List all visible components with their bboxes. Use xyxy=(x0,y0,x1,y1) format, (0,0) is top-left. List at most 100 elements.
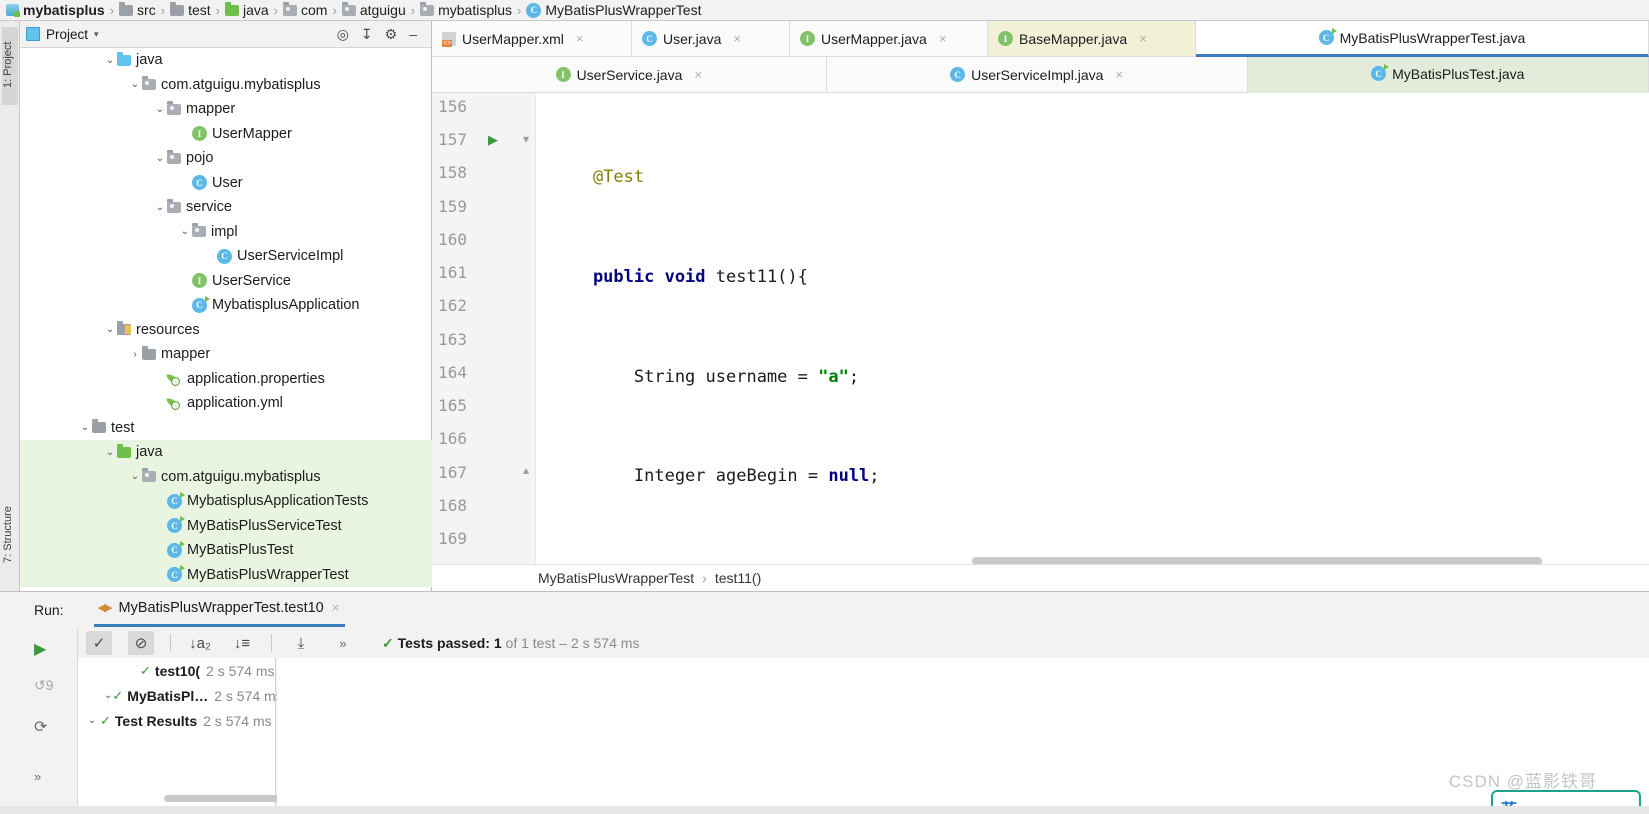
chevron-down-icon[interactable]: ⌄ xyxy=(153,153,167,164)
tree-item-application-properties[interactable]: ⌄application.properties xyxy=(20,367,432,392)
editor-tab-mybatisplustest-java[interactable]: C MyBatisPlusTest.java xyxy=(1247,57,1649,93)
editor-tab-usermapper-xml[interactable]: UserMapper.xml × xyxy=(432,21,632,57)
tree-item-mybatisplusapplication[interactable]: ⌄CMybatisplusApplication xyxy=(20,293,432,318)
close-icon[interactable]: × xyxy=(694,67,702,82)
chevron-down-icon[interactable]: ⌄ xyxy=(178,226,192,237)
tree-item-java[interactable]: ⌄ java xyxy=(20,440,432,465)
interface-icon: I xyxy=(998,31,1013,46)
chevron-down-icon[interactable]: ⌄ xyxy=(103,447,117,458)
toolbar-divider xyxy=(271,634,272,652)
editor-tab-userservice-java[interactable]: I UserService.java × xyxy=(432,57,827,93)
chevron-down-icon[interactable]: ⌄ xyxy=(153,202,167,213)
breadcrumb-java[interactable]: java xyxy=(223,0,271,20)
tree-item-impl[interactable]: ⌄ impl xyxy=(20,220,432,245)
hide-ignored-icon[interactable]: ⊘ xyxy=(128,631,154,655)
breadcrumb-mybatisplus[interactable]: mybatisplus xyxy=(418,0,514,20)
breadcrumb-class-name[interactable]: MyBatisPlusWrapperTest xyxy=(538,570,694,586)
test-tree-label: test10( xyxy=(154,662,201,679)
project-icon xyxy=(26,27,40,41)
tree-item-pojo[interactable]: ⌄ pojo xyxy=(20,146,432,171)
chevron-down-icon[interactable]: ⌄ xyxy=(103,55,117,66)
run-method-icon[interactable]: ▶ xyxy=(488,132,502,148)
interface-icon: I xyxy=(555,67,571,82)
close-icon[interactable]: × xyxy=(1139,31,1147,46)
tree-item-application-yml[interactable]: ⌄application.yml xyxy=(20,391,432,416)
sort-by-duration-icon[interactable]: ↓≡ xyxy=(229,631,255,655)
show-passed-icon[interactable]: ✓ xyxy=(86,631,112,655)
tree-item-mybatisplustest[interactable]: ⌄CMyBatisPlusTest xyxy=(20,538,432,563)
tree-item-userservice[interactable]: ⌄IUserService xyxy=(20,269,432,294)
sidebar-tab-project[interactable]: 1: Project xyxy=(2,27,18,105)
breadcrumb-atguigu[interactable]: atguigu xyxy=(340,0,408,20)
editor-code-area[interactable]: @Test public void test11(){ String usern… xyxy=(536,93,1649,591)
breadcrumb-module[interactable]: mybatisplus xyxy=(4,0,107,20)
breadcrumb-test[interactable]: test xyxy=(168,0,213,20)
tree-item-service[interactable]: ⌄ service xyxy=(20,195,432,220)
test-passed-icon: ✓ xyxy=(140,662,151,678)
tree-item-mybatisplusapplicationtests[interactable]: ⌄CMybatisplusApplicationTests xyxy=(20,489,432,514)
test-status-text: ✓ Tests passed: 1 of 1 test – 2 s 574 ms xyxy=(382,635,639,652)
tree-item-com-atguigu-mybatisplus[interactable]: ⌄ com.atguigu.mybatisplus xyxy=(20,464,432,489)
fold-region-icon[interactable]: ▾ xyxy=(520,132,532,146)
editor-gutter[interactable]: 156 157 158 159 160 161 162 163 164 165 … xyxy=(432,93,536,591)
close-icon[interactable]: × xyxy=(1115,67,1123,82)
chevron-down-icon[interactable]: ⌄ xyxy=(103,324,117,335)
chevron-down-icon[interactable]: ⌄ xyxy=(78,422,92,433)
project-tree[interactable]: ⌄ java ⌄ com.atguigu.mybatisplus ⌄ mapper ⌄ I Us… xyxy=(20,48,432,591)
tree-item-resources[interactable]: ⌄ resources xyxy=(20,318,432,343)
chevron-down-icon[interactable]: ⌄ xyxy=(104,690,112,701)
tree-item-label: com.atguigu.mybatisplus xyxy=(161,76,321,93)
chevron-down-icon[interactable]: ▾ xyxy=(94,29,99,40)
breadcrumb-class[interactable]: C MyBatisPlusWrapperTest xyxy=(524,0,703,20)
sort-alphabetically-icon[interactable]: ↓a₂ xyxy=(187,631,213,655)
editor-tab-user-java[interactable]: C User.java × xyxy=(632,21,790,57)
sidebar-tab-structure[interactable]: 7: Structure xyxy=(2,491,18,579)
tree-item-mapper[interactable]: ⌄ mapper xyxy=(20,97,432,122)
breadcrumb-method-name[interactable]: test11() xyxy=(715,570,761,586)
locate-icon[interactable]: ◎ xyxy=(337,27,349,41)
editor-tab-userserviceimpl-java[interactable]: C UserServiceImpl.java × xyxy=(826,57,1248,93)
editor-tab-basemapper-java[interactable]: I BaseMapper.java × xyxy=(988,21,1196,57)
run-configuration-tab[interactable]: ◀▶ MyBatisPlusWrapperTest.test10 × xyxy=(93,593,346,627)
tree-item-test[interactable]: ⌄ test xyxy=(20,416,432,441)
test-tree-row[interactable]: ✓ test10(2 s 574 ms xyxy=(78,658,275,683)
tree-item-mapper[interactable]: › mapper xyxy=(20,342,432,367)
close-icon[interactable]: × xyxy=(332,600,340,615)
collapse-all-icon[interactable]: ⤓ xyxy=(288,631,314,655)
package-icon xyxy=(283,1,298,16)
breadcrumb-com[interactable]: com xyxy=(281,0,329,20)
test-tree-row[interactable]: ⌄ ✓ Test Results 2 s 574 ms xyxy=(78,708,275,733)
chevron-down-icon[interactable]: ⌄ xyxy=(128,79,142,90)
chevron-right-icon[interactable]: › xyxy=(128,349,142,360)
tree-item-userserviceimpl[interactable]: ⌄CUserServiceImpl xyxy=(20,244,432,269)
editor-tab-mybatispluswrappertest-java[interactable]: C MyBatisPlusWrapperTest.java xyxy=(1196,21,1649,57)
package-icon xyxy=(167,100,181,115)
gear-icon[interactable]: ⚙ xyxy=(385,27,398,41)
fold-region-end-icon[interactable]: ▴ xyxy=(520,463,532,477)
close-icon[interactable]: × xyxy=(576,31,584,46)
tree-item-mybatisplusservicetest[interactable]: ⌄CMyBatisPlusServiceTest xyxy=(20,513,432,538)
code-editor[interactable]: 156 157 158 159 160 161 162 163 164 165 … xyxy=(432,93,1649,591)
expand-toolbar-icon[interactable]: » xyxy=(34,769,41,784)
breadcrumb-src[interactable]: src xyxy=(117,0,158,20)
tree-item-java[interactable]: ⌄ java xyxy=(20,48,432,73)
close-icon[interactable]: × xyxy=(939,31,947,46)
repeat-icon[interactable]: ⟳ xyxy=(34,717,47,737)
editor-tab-usermapper-java[interactable]: I UserMapper.java × xyxy=(790,21,988,57)
console-output[interactable]: will not be managed by Spring ==> Prepar… xyxy=(277,658,1649,806)
test-results-tree[interactable]: ✓ test10(2 s 574 ms ⌄ ✓ MyBatisPl… 2 s 574 ms… xyxy=(78,658,314,806)
chevron-down-icon[interactable]: ⌄ xyxy=(153,104,167,115)
hide-icon[interactable]: – xyxy=(409,27,417,41)
close-icon[interactable]: × xyxy=(733,31,741,46)
more-options-icon[interactable]: » xyxy=(330,631,356,655)
tree-item-user[interactable]: ⌄CUser xyxy=(20,171,432,196)
rerun-icon[interactable]: ▶ xyxy=(34,639,46,659)
tree-item-mybatispluswrappertest[interactable]: ⌄CMyBatisPlusWrapperTest xyxy=(20,562,432,587)
chevron-down-icon[interactable]: ⌄ xyxy=(128,471,142,482)
chevron-down-icon[interactable]: ⌄ xyxy=(84,715,100,726)
tree-item-usermapper[interactable]: ⌄IUserMapper xyxy=(20,122,432,147)
rerun-failed-icon[interactable]: ↺9 xyxy=(34,677,54,694)
test-tree-row[interactable]: ⌄ ✓ MyBatisPl… 2 s 574 ms xyxy=(78,683,283,708)
tree-item-com-atguigu-mybatisplus[interactable]: ⌄ com.atguigu.mybatisplus xyxy=(20,73,432,98)
collapse-all-icon[interactable]: ↧ xyxy=(361,27,373,41)
